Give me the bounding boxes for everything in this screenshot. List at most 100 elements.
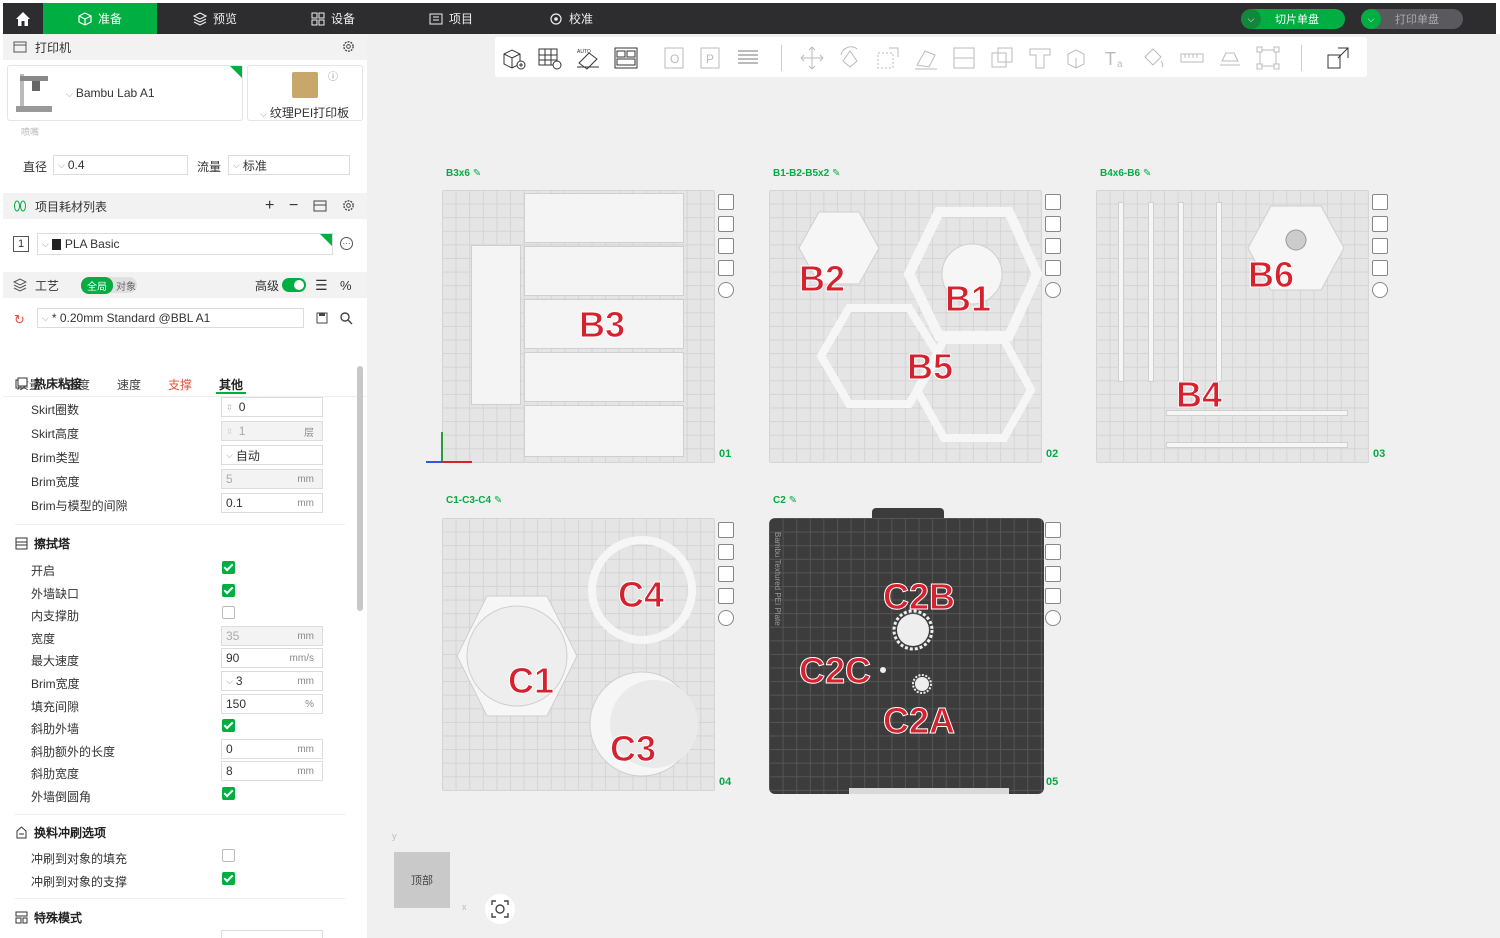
part-b3[interactable] xyxy=(524,193,684,243)
arrange-plate-icon[interactable] xyxy=(1372,238,1388,254)
slice-plate-button[interactable]: ⌵ 切片单盘 xyxy=(1241,9,1345,29)
flush-support-checkbox[interactable] xyxy=(222,872,235,885)
orient-plate-icon[interactable] xyxy=(718,544,734,560)
rib-width-input[interactable]: 8 mm xyxy=(221,761,323,781)
rotate-icon[interactable] xyxy=(837,45,863,71)
tab-device[interactable]: 设备 xyxy=(283,3,383,34)
plate-settings-icon[interactable] xyxy=(1045,610,1061,626)
orient-plate-icon[interactable] xyxy=(1045,216,1061,232)
lay-on-face-icon[interactable] xyxy=(913,45,939,71)
layers-list-icon[interactable] xyxy=(735,45,761,71)
lock-icon[interactable] xyxy=(1045,260,1061,276)
arrange-icon[interactable] xyxy=(613,45,639,71)
tab-project[interactable]: 项目 xyxy=(401,3,501,34)
part-b4[interactable] xyxy=(1178,202,1184,382)
close-icon[interactable] xyxy=(1045,522,1061,538)
auto-orient-icon[interactable]: AUTO xyxy=(575,45,601,71)
plate-3-label[interactable]: B4x6-B6 ✎ xyxy=(1100,168,1151,179)
chevron-down-icon[interactable]: ⌵ xyxy=(1361,9,1381,29)
brim-type-select[interactable]: ⌵ 自动 xyxy=(221,445,323,465)
edit-pencil-icon[interactable]: ✎ xyxy=(1143,168,1151,179)
lock-icon[interactable] xyxy=(1372,260,1388,276)
plate-4-label[interactable]: C1-C3-C4 ✎ xyxy=(446,495,502,506)
lock-icon[interactable] xyxy=(718,588,734,604)
edit-pencil-icon[interactable]: ✎ xyxy=(832,168,840,179)
boolean-icon[interactable] xyxy=(989,45,1015,71)
plate-1-label[interactable]: B3x6 ✎ xyxy=(446,168,481,179)
skirt-loops-stepper[interactable]: ⇳ 0 xyxy=(221,397,323,417)
zoom-to-fit-button[interactable] xyxy=(485,894,515,924)
skirt-height-stepper[interactable]: ⇳ 1 层 xyxy=(221,421,323,441)
chevron-down-icon[interactable]: ⌵ xyxy=(1241,9,1261,29)
text-icon[interactable]: Ta xyxy=(1103,45,1129,71)
part-b4[interactable] xyxy=(1118,202,1124,382)
lock-icon[interactable] xyxy=(718,260,734,276)
support-paint-icon[interactable] xyxy=(1027,45,1053,71)
part-b3[interactable] xyxy=(471,245,521,405)
split-objects-icon[interactable] xyxy=(1325,45,1351,71)
view-cube[interactable]: 顶部 xyxy=(394,852,450,908)
prime-width-input[interactable]: 35 mm xyxy=(221,626,323,646)
print-plate-button[interactable]: ⌵ 打印单盘 xyxy=(1361,9,1463,29)
measure-icon[interactable] xyxy=(1179,45,1205,71)
arrange-plate-icon[interactable] xyxy=(718,238,734,254)
plate-2-label[interactable]: B1-B2-B5x2 ✎ xyxy=(773,168,841,179)
plate-2[interactable]: B2 B1 B5 xyxy=(769,190,1042,463)
part-b3[interactable] xyxy=(524,405,684,457)
color-paint-icon[interactable] xyxy=(1141,45,1167,71)
tab-prepare[interactable]: 准备 xyxy=(43,3,157,34)
plate-5[interactable]: Bambu Textured PEI Plate C2B C2C C2A xyxy=(769,518,1044,794)
orient-plate-icon[interactable] xyxy=(1045,544,1061,560)
special-mode-field[interactable] xyxy=(221,930,323,938)
settings-scrollbar[interactable] xyxy=(357,366,363,611)
close-icon[interactable] xyxy=(718,522,734,538)
tab-calibration[interactable]: 校准 xyxy=(521,3,621,34)
plate-settings-icon[interactable] xyxy=(718,282,734,298)
orient-plate-icon[interactable] xyxy=(718,216,734,232)
add-object-icon[interactable] xyxy=(501,45,527,71)
close-icon[interactable] xyxy=(718,194,734,210)
brim-gap-input[interactable]: 0.1 mm xyxy=(221,493,323,513)
infill-gap-input[interactable]: 150% xyxy=(221,694,323,714)
inner-rib-checkbox[interactable] xyxy=(222,606,235,619)
add-plate-icon[interactable] xyxy=(537,45,563,71)
plate-1[interactable]: B3 xyxy=(442,190,715,463)
scale-icon[interactable] xyxy=(875,45,901,71)
close-icon[interactable] xyxy=(1372,194,1388,210)
plate-settings-icon[interactable] xyxy=(718,610,734,626)
plate-settings-icon[interactable]: P xyxy=(697,45,723,71)
edit-pencil-icon[interactable]: ✎ xyxy=(789,495,797,506)
part-b3[interactable] xyxy=(524,246,684,296)
arrange-plate-icon[interactable] xyxy=(1045,238,1061,254)
prime-enable-checkbox[interactable] xyxy=(222,561,235,574)
close-icon[interactable] xyxy=(1045,194,1061,210)
orient-plate-icon[interactable] xyxy=(1372,216,1388,232)
rib-extra-length-input[interactable]: 0 mm xyxy=(221,739,323,759)
tab-preview[interactable]: 预览 xyxy=(165,3,265,34)
plate-settings-icon[interactable] xyxy=(1372,282,1388,298)
seam-paint-icon[interactable] xyxy=(1065,45,1091,71)
arrange-plate-icon[interactable] xyxy=(718,566,734,582)
plate-3[interactable]: B6 B4 xyxy=(1096,190,1369,463)
part-b4[interactable] xyxy=(1216,202,1222,382)
edit-pencil-icon[interactable]: ✎ xyxy=(494,495,502,506)
3d-canvas[interactable]: AUTO O P Ta B3x6 ✎ B3 01 B1-B2-B5x2 ✎ B2… xyxy=(367,34,1500,938)
flush-infill-checkbox[interactable] xyxy=(222,849,235,862)
plate-settings-icon[interactable] xyxy=(1045,282,1061,298)
plate-4[interactable]: C4 C1 C3 xyxy=(442,518,715,791)
lock-icon[interactable] xyxy=(1045,588,1061,604)
orient-icon[interactable]: O xyxy=(661,45,687,71)
assembly-icon[interactable] xyxy=(1217,45,1243,71)
bounding-box-icon[interactable] xyxy=(1255,45,1281,71)
brim-width-input[interactable]: 5 mm xyxy=(221,469,323,489)
rib-wall-checkbox[interactable] xyxy=(222,719,235,732)
arrange-plate-icon[interactable] xyxy=(1045,566,1061,582)
part-b4[interactable] xyxy=(1166,442,1348,448)
edit-pencil-icon[interactable]: ✎ xyxy=(473,168,481,179)
outer-wall-gap-checkbox[interactable] xyxy=(222,584,235,597)
prime-brim-width-select[interactable]: ⌵ 3 mm xyxy=(221,671,323,691)
part-b3[interactable] xyxy=(524,352,684,402)
part-b4[interactable] xyxy=(1148,202,1154,382)
move-icon[interactable] xyxy=(799,45,825,71)
plate-5-label[interactable]: C2 ✎ xyxy=(773,495,797,506)
